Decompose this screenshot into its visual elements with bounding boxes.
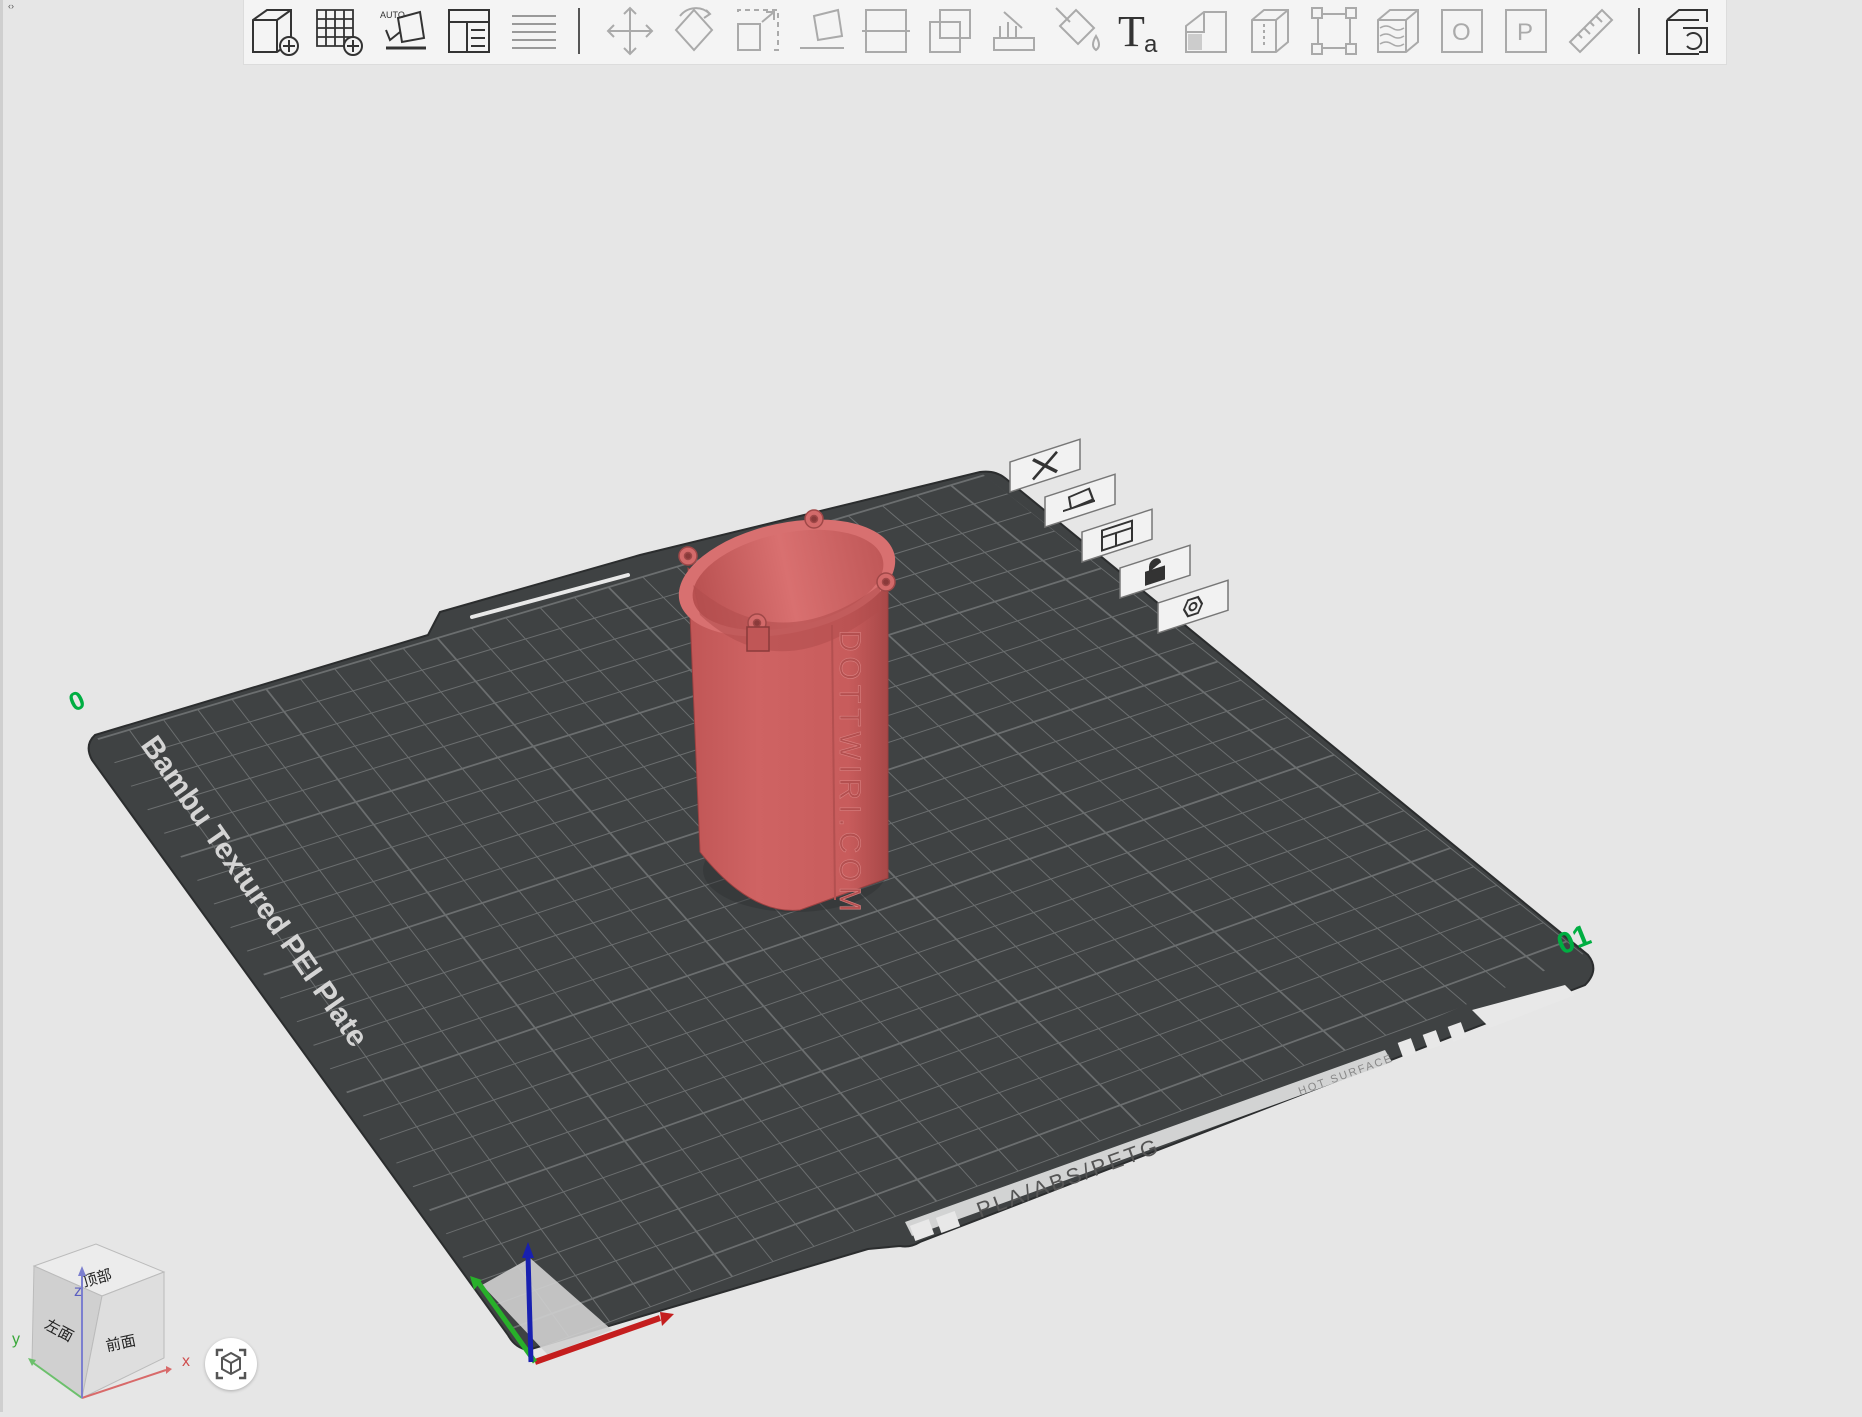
layers-icon [512, 15, 556, 49]
letter-o-icon: O [1441, 9, 1483, 53]
add-object-button[interactable] [247, 2, 303, 60]
main-toolbar: AUTO T a O P [243, 0, 1727, 65]
view-cube-gizmo: 顶部 左面 前面 x y z [12, 1243, 190, 1399]
build-scene: Bambu Textured PEI Plate PLA/ABS/PETG HO… [64, 438, 1596, 1365]
cube-z-label: z [74, 1283, 82, 1300]
z-axis-line [525, 1254, 534, 1363]
cube-y-label: y [12, 1331, 20, 1348]
support-paint-icon [993, 11, 1035, 51]
color-paint-button[interactable] [1050, 2, 1106, 60]
fuzzy-skin-icon [1377, 9, 1419, 53]
ruler-icon [1568, 8, 1614, 54]
move-arrows-icon [606, 6, 654, 56]
letter-p-icon: P [1505, 9, 1547, 53]
auto-orient-button[interactable]: AUTO [376, 2, 432, 60]
cut-icon [862, 9, 910, 53]
lock-plate-button[interactable] [1119, 544, 1191, 599]
add-plate-button[interactable] [311, 2, 367, 60]
seam-button[interactable] [1242, 2, 1298, 60]
arrange-plate-button[interactable] [1081, 508, 1153, 563]
auto-orient-icon: AUTO [380, 10, 426, 50]
plate-settings-button[interactable] [1157, 579, 1229, 634]
zoom-to-fit-button[interactable] [205, 1338, 257, 1390]
assembly-icon [1185, 11, 1227, 53]
svg-text:T: T [1118, 7, 1145, 56]
assemble-view-button[interactable] [1659, 2, 1715, 60]
ruler-button[interactable] [1562, 2, 1618, 60]
seam-icon [1251, 9, 1289, 53]
rotate-icon [674, 7, 714, 52]
toolbar-separator [1638, 8, 1640, 54]
cube-x-label: x [182, 1353, 190, 1370]
auto-orient-plate-button[interactable] [1044, 473, 1116, 528]
svg-text:O: O [1452, 19, 1471, 46]
model-engraved-text: DOTTWIRI.COM [833, 630, 866, 917]
rotate-button[interactable] [666, 2, 722, 60]
svg-text:P: P [1517, 19, 1533, 46]
svg-text:a: a [1144, 31, 1158, 58]
fuzzy-skin-button[interactable] [1370, 2, 1426, 60]
assemble-view-icon [1666, 9, 1708, 55]
model-object[interactable]: DOTTWIRI.COM [668, 501, 906, 917]
layers-button[interactable] [506, 2, 562, 60]
boolean-button[interactable] [922, 2, 978, 60]
model-clip [746, 626, 770, 652]
move-button[interactable] [602, 2, 658, 60]
toolbar-separator [578, 8, 580, 54]
3d-viewport[interactable]: ‹› Bambu Textured PEI Plate PLA/ABS/PETG… [0, 0, 1862, 1412]
bounding-box-icon [1311, 7, 1357, 55]
scale-button[interactable] [730, 2, 786, 60]
scale-icon [737, 9, 779, 51]
cut-button[interactable] [858, 2, 914, 60]
boolean-icon [929, 9, 971, 53]
add-cube-icon [252, 9, 299, 56]
arrange-icon [448, 9, 490, 53]
brim-ears-p-button[interactable]: P [1498, 2, 1554, 60]
support-paint-button[interactable] [986, 2, 1042, 60]
view-cube[interactable]: 顶部 左面 前面 x y z [0, 1230, 190, 1412]
measure-box-button[interactable] [1306, 2, 1362, 60]
text-icon: T a [1118, 7, 1158, 58]
arrange-button[interactable] [441, 2, 497, 60]
lay-on-face-button[interactable] [794, 2, 850, 60]
fit-view-icon [215, 1348, 247, 1380]
grid-plus-icon [316, 9, 363, 56]
plate-origin-mark: 0 [64, 684, 90, 717]
brim-ears-o-button[interactable]: O [1434, 2, 1490, 60]
assembly-button[interactable] [1178, 2, 1234, 60]
lay-on-face-icon [800, 8, 844, 49]
text-button[interactable]: T a [1114, 2, 1170, 60]
svg-text:AUTO: AUTO [380, 10, 405, 20]
close-plate-button[interactable] [1009, 438, 1081, 493]
paint-bucket-icon [1055, 7, 1100, 52]
